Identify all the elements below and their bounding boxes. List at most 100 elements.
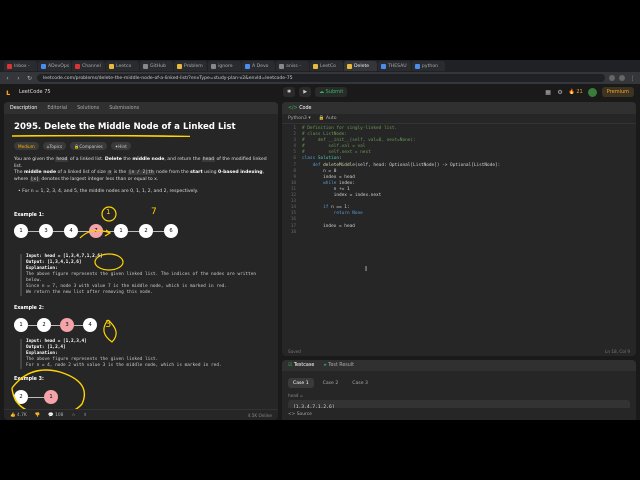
streak-counter[interactable]: 🔥 21 [569,89,583,95]
tab-editorial[interactable]: Editorial [47,106,67,111]
tab-label: aniss - [286,63,301,69]
code-tab-bar: </> Code [282,102,636,114]
text: using [202,170,218,175]
auto-toggle[interactable]: 🔒 Auto [319,116,337,121]
extension-icon[interactable] [609,75,615,81]
layout-icon[interactable]: ▦ [545,89,552,96]
tab-solutions[interactable]: Solutions [77,106,99,111]
url-input[interactable]: leetcode.com/problems/delete-the-middle-… [37,74,605,82]
text: of a linked list of size [56,170,108,175]
text: You are given the [14,157,56,162]
browser-tab[interactable]: Leetco [106,61,139,71]
list-node: 2 [14,390,28,404]
tab-code[interactable]: Code [299,106,311,111]
source-button[interactable]: <> Source [288,412,312,417]
debug-icon[interactable]: ✱ [283,87,296,97]
browser-tab[interactable]: ADevOps [38,61,71,71]
problem-list-link[interactable]: LeetCode 75 [19,89,51,95]
bold-text: Delete [104,157,122,162]
node-arrow [153,231,164,232]
inline-code: head [201,157,215,162]
browser-tab[interactable]: A Devo [242,61,275,71]
topics-label: Topics [49,143,63,149]
browser-address-bar: ‹ › ↻ leetcode.com/problems/delete-the-m… [0,72,640,84]
description-bullet: • For n = 1, 2, 3, 4, and 5, the middle … [18,189,199,194]
browser-tab[interactable]: GitHub [140,61,173,71]
text: denotes the largest integer less than or… [39,177,159,182]
language-select[interactable]: Python3 ▾ [288,116,311,121]
tab-label: LeetCo [320,63,336,69]
comment-count: 108 [55,412,64,418]
title-annotation-underline [12,135,190,137]
share-icon[interactable]: ⇪ [83,413,87,418]
line-number: 18 [290,229,296,235]
menu-icon[interactable]: ⋮ [629,75,636,82]
description-paragraph-2: The middle node of a linked list of size… [14,169,276,183]
run-button[interactable]: ▶ [299,87,312,97]
tab-favicon-icon [41,63,46,69]
example-1-code: Input: head = [1,3,4,7,1,2,6] Output: [1,… [20,254,270,296]
page-title[interactable]: 2095. Delete the Middle Node of a Linked… [14,123,236,132]
tab-description[interactable]: Description [10,106,37,111]
case-2-tab[interactable]: Case 2 [318,378,344,388]
browser-tab[interactable]: Problem [174,61,207,71]
tab-favicon-icon [245,63,250,69]
browser-tab[interactable]: Inbox - [4,61,37,71]
tab-label: Channel [82,63,101,69]
case-tabs: Case 1 Case 2 Case 3 [288,378,373,388]
reload-icon[interactable]: ↻ [26,75,33,82]
browser-tab[interactable]: Channel [72,61,105,71]
browser-tab[interactable]: Delete [344,61,377,71]
tab-favicon-icon [279,63,284,69]
star-icon[interactable]: ☆ [71,413,75,418]
example-line: We return the new list after removing th… [26,290,153,295]
code-editor[interactable]: 1 # Definition for singly-linked list. 2 # … [282,126,636,236]
leetcode-logo-icon[interactable]: ʟ [6,88,15,97]
companies-badge[interactable]: 🔒 Companies [70,142,107,150]
tab-label: GitHub [150,63,166,69]
browser-tab[interactable]: THESAU [378,61,411,71]
code-token: return [333,211,353,217]
avatar[interactable] [587,87,597,97]
text: the [121,157,133,162]
comments-button[interactable]: 💬 108 [48,413,63,418]
description-paragraph-1: You are given the head of a linked list.… [14,156,276,170]
forward-icon[interactable]: › [15,75,22,82]
submit-button[interactable]: ☁ Submit [315,87,348,97]
annotation-number-7: 7 [151,207,157,217]
bullet-text: For n = 1, 2, 3, 4, and 5, the middle no… [22,189,199,194]
browser-tab[interactable]: python [412,61,445,71]
list-node: 4 [64,224,78,238]
case-1-tab[interactable]: Case 1 [288,378,314,388]
auto-label: Auto [325,116,337,121]
list-node: 7 [89,224,103,238]
dislike-icon[interactable]: 👎 [35,413,40,418]
back-icon[interactable]: ‹ [4,75,11,82]
list-node: 6 [164,224,178,238]
tab-submissions[interactable]: Submissions [109,106,139,111]
browser-tab[interactable]: aniss - [276,61,309,71]
tab-testcase[interactable]: ☑ Testcase [288,363,314,368]
tab-favicon-icon [75,63,80,69]
text: of a linked list. [68,157,105,162]
case-3-tab[interactable]: Case 3 [347,378,373,388]
header-right-controls: ▦ ⚙ 🔥 21 Premium [545,87,634,97]
profile-icon[interactable] [619,75,625,81]
premium-button[interactable]: Premium [601,87,634,97]
run-controls: ✱ ▶ ☁ Submit [283,87,348,97]
hint-badge[interactable]: ✦ Hint [110,142,131,150]
example-line: The above figure represents the given li… [26,272,256,277]
bold-text: middle node [24,170,57,175]
description-panel: Description Editorial Solutions Submissi… [4,102,278,420]
node-arrow [28,325,37,326]
list-node: 2 [139,224,153,238]
settings-icon[interactable]: ⚙ [557,89,564,96]
tab-test-result[interactable]: ▸ Test Result [324,363,354,368]
example-line: For n = 4, node 2 with value 3 is the mi… [26,363,222,368]
browser-tab[interactable]: LeetCo [310,61,343,71]
tab-label: Problem [184,63,203,69]
topics-badge[interactable]: ⌂ Topics [42,142,67,150]
like-button[interactable]: 👍 4.7K [10,413,27,418]
browser-tab[interactable]: ignore [208,61,241,71]
code-panel: </> Code Python3 ▾ 🔒 Auto 1 # Definition … [282,102,636,356]
